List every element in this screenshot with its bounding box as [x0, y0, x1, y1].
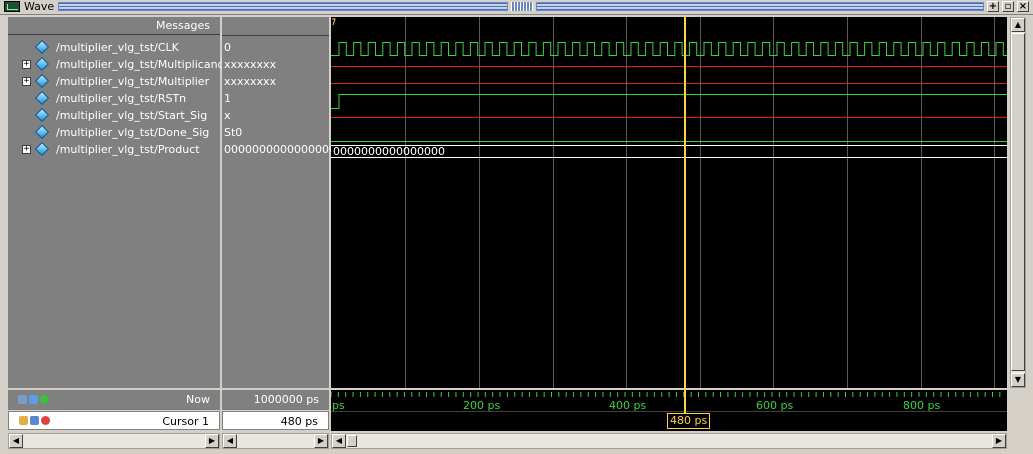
signal-diamond-icon	[34, 124, 50, 140]
wave-product-label: 0000000000000000	[333, 145, 445, 158]
zoom-cursor-icon[interactable]	[29, 395, 38, 404]
lock-icon[interactable]	[19, 416, 28, 425]
signal-diamond-icon	[34, 56, 50, 72]
signal-row[interactable]: /multiplier_vlg_tst/Done_Sig	[8, 124, 220, 141]
waveform-canvas[interactable]: 0000000000000000	[331, 17, 1007, 388]
wave-hscrollbar[interactable]: ◀ ▶	[331, 433, 1007, 449]
add-cursor-icon[interactable]	[40, 395, 49, 404]
expand-icon[interactable]: +	[22, 77, 31, 86]
undock-button[interactable]: ▫	[1002, 1, 1014, 12]
signal-name: /multiplier_vlg_tst/CLK	[56, 41, 179, 54]
wave-rstn	[331, 94, 1007, 109]
signal-name: /multiplier_vlg_tst/Multiplier	[56, 75, 210, 88]
window-title: Wave	[24, 0, 55, 13]
cursor-row[interactable]: Cursor 1	[8, 411, 220, 430]
signal-value-row[interactable]: xxxxxxxx	[222, 73, 329, 90]
cursor-label: Cursor 1	[162, 415, 209, 428]
signal-row[interactable]: /multiplier_vlg_tst/CLK	[8, 39, 220, 56]
now-row: Now	[8, 390, 220, 410]
signal-value: 0000000000000000	[224, 143, 336, 156]
signal-value-row[interactable]: St0	[222, 124, 329, 141]
title-drag-stripe-left	[58, 2, 508, 11]
values-header	[222, 17, 329, 36]
values-hscrollbar[interactable]: ◀ ▶	[222, 433, 329, 449]
vertical-scroll-thumb[interactable]	[1011, 33, 1025, 371]
vertical-scrollbar[interactable]: ▲ ▼	[1010, 17, 1026, 388]
signal-value-row[interactable]: 0	[222, 39, 329, 56]
edit-cursor-icon[interactable]	[30, 416, 39, 425]
waveform-pane[interactable]: 0000000000000000	[331, 17, 1007, 388]
wave-window-icon	[4, 1, 20, 12]
names-scroll-right[interactable]: ▶	[205, 434, 219, 448]
cursor-value: 480 ps	[222, 411, 329, 430]
expand-icon[interactable]: +	[22, 60, 31, 69]
signal-row[interactable]: + /multiplier_vlg_tst/Multiplicand	[8, 56, 225, 73]
values-scroll-left[interactable]: ◀	[223, 434, 237, 448]
signal-name: /multiplier_vlg_tst/Start_Sig	[56, 109, 208, 122]
signal-row[interactable]: /multiplier_vlg_tst/Start_Sig	[8, 107, 220, 124]
time-marker-icon	[332, 18, 336, 26]
signal-value: x	[224, 109, 231, 122]
scroll-down-button[interactable]: ▼	[1011, 373, 1025, 387]
signal-name: /multiplier_vlg_tst/Multiplicand	[56, 58, 225, 71]
signal-value: xxxxxxxx	[224, 75, 277, 88]
wave-scroll-right[interactable]: ▶	[992, 434, 1006, 448]
cursor-values-pane: 1000000 ps 480 ps	[222, 390, 329, 430]
signal-diamond-icon	[34, 90, 50, 106]
signal-value-row[interactable]: 1	[222, 90, 329, 107]
signal-row[interactable]: + /multiplier_vlg_tst/Multiplier	[8, 73, 220, 90]
signal-value: St0	[224, 126, 243, 139]
signal-value-row[interactable]: xxxxxxxx	[222, 56, 329, 73]
values-scroll-right[interactable]: ▶	[314, 434, 328, 448]
now-value: 1000000 ps	[222, 390, 329, 410]
signal-diamond-icon	[34, 141, 50, 157]
now-label: Now	[186, 393, 210, 406]
delete-cursor-icon[interactable]	[41, 416, 50, 425]
wave-scroll-thumb[interactable]	[347, 435, 357, 447]
signal-row[interactable]: /multiplier_vlg_tst/RSTn	[8, 90, 220, 107]
expand-icon[interactable]: +	[22, 145, 31, 154]
signal-names-pane[interactable]: Messages /multiplier_vlg_tst/CLK + /multip…	[8, 17, 225, 388]
cursor-line[interactable]	[684, 17, 686, 413]
cursor-names-pane[interactable]: Now Cursor 1	[8, 390, 220, 430]
messages-header: Messages	[8, 17, 220, 35]
names-hscrollbar[interactable]: ◀ ▶	[8, 433, 220, 449]
wave-scroll-left[interactable]: ◀	[332, 434, 346, 448]
insert-cursor-icon[interactable]	[18, 395, 27, 404]
window-titlebar[interactable]: Wave + ▫ ×	[0, 0, 1033, 15]
signal-value-row[interactable]: x	[222, 107, 329, 124]
dock-button[interactable]: +	[987, 1, 999, 12]
signal-name: /multiplier_vlg_tst/Done_Sig	[56, 126, 210, 139]
signal-diamond-icon	[34, 39, 50, 55]
title-drag-stripe-right	[536, 2, 984, 11]
names-scroll-left[interactable]: ◀	[9, 434, 23, 448]
signal-diamond-icon	[34, 107, 50, 123]
signal-row[interactable]: + /multiplier_vlg_tst/Product	[8, 141, 220, 158]
signal-values-pane[interactable]: 0 xxxxxxxx xxxxxxxx 1 x St0 0000000000000000	[222, 17, 336, 388]
signal-name: /multiplier_vlg_tst/RSTn	[56, 92, 187, 105]
signal-value-row[interactable]: 0000000000000000	[222, 141, 336, 158]
signal-diamond-icon	[34, 73, 50, 89]
signal-value: 0	[224, 41, 231, 54]
signal-value: xxxxxxxx	[224, 58, 277, 71]
title-grip[interactable]	[511, 2, 533, 11]
cursor-time-tag[interactable]: 480 ps	[667, 413, 711, 429]
scroll-up-button[interactable]: ▲	[1011, 18, 1025, 32]
timeline-ruler[interactable]: ps 200 ps 400 ps 600 ps 800 ps 480 ps	[331, 390, 1007, 431]
signal-value: 1	[224, 92, 231, 105]
signal-name: /multiplier_vlg_tst/Product	[56, 143, 200, 156]
close-button[interactable]: ×	[1017, 1, 1029, 12]
wave-clk	[331, 42, 1007, 56]
